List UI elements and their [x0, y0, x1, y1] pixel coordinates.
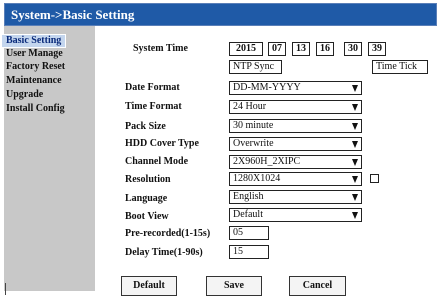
- hdd-cover-type-value: Overwrite: [233, 138, 274, 149]
- language-label: Language: [125, 193, 168, 204]
- page-title: System->Basic Setting: [11, 7, 135, 22]
- time-format-label: Time Format: [125, 101, 182, 112]
- dropdown-arrow-icon: [352, 159, 358, 166]
- language-value: English: [233, 191, 264, 202]
- dropdown-arrow-icon: [352, 194, 358, 201]
- time-tick-button[interactable]: Time Tick: [372, 60, 428, 74]
- save-button[interactable]: Save: [206, 276, 262, 296]
- dropdown-arrow-icon: [352, 212, 358, 219]
- nav-install-config[interactable]: Install Config: [6, 103, 65, 115]
- channel-mode-value: 2X960H_2XIPC: [233, 156, 301, 167]
- resolution-select[interactable]: 1280X1024: [229, 172, 362, 186]
- system-time-label: System Time: [133, 43, 188, 54]
- dropdown-arrow-icon: [352, 123, 358, 130]
- pre-recorded-label: Pre-recorded(1-15s): [125, 228, 211, 239]
- channel-mode-label: Channel Mode: [125, 156, 189, 167]
- day-field[interactable]: 13: [292, 42, 310, 56]
- pack-size-label: Pack Size: [125, 121, 166, 132]
- channel-mode-select[interactable]: 2X960H_2XIPC: [229, 155, 362, 169]
- year-field[interactable]: 2015: [229, 42, 263, 56]
- default-button[interactable]: Default: [121, 276, 177, 296]
- delay-time-label: Delay Time(1-90s): [125, 247, 203, 258]
- dropdown-arrow-icon: [352, 104, 358, 111]
- delay-time-input[interactable]: 15: [229, 245, 269, 259]
- pack-size-select[interactable]: 30 minute: [229, 119, 362, 133]
- resolution-label: Resolution: [125, 174, 171, 185]
- hdd-cover-type-select[interactable]: Overwrite: [229, 137, 362, 151]
- hour-field[interactable]: 16: [316, 42, 334, 56]
- nav-basic-setting[interactable]: Basic Setting: [1, 34, 67, 48]
- title-bar: System->Basic Setting: [4, 3, 437, 26]
- nav-maintenance[interactable]: Maintenance: [6, 75, 62, 87]
- hdd-cover-type-label: HDD Cover Type: [125, 138, 199, 149]
- boot-view-label: Boot View: [125, 211, 169, 222]
- divider: [5, 283, 6, 295]
- nav-user-manage[interactable]: User Manage: [6, 48, 63, 60]
- month-field[interactable]: 07: [268, 42, 286, 56]
- second-field[interactable]: 39: [368, 42, 386, 56]
- date-format-value: DD-MM-YYYY: [233, 82, 301, 93]
- minute-field[interactable]: 30: [344, 42, 362, 56]
- time-format-select[interactable]: 24 Hour: [229, 100, 362, 114]
- nav-upgrade[interactable]: Upgrade: [6, 89, 43, 101]
- ntp-sync-button[interactable]: NTP Sync: [229, 60, 282, 74]
- boot-view-value: Default: [233, 209, 263, 220]
- language-select[interactable]: English: [229, 190, 362, 204]
- pre-recorded-input[interactable]: 05: [229, 226, 269, 240]
- date-format-label: Date Format: [125, 82, 180, 93]
- resolution-checkbox[interactable]: [370, 174, 379, 183]
- cancel-button[interactable]: Cancel: [289, 276, 346, 296]
- dropdown-arrow-icon: [352, 141, 358, 148]
- dropdown-arrow-icon: [352, 85, 358, 92]
- boot-view-select[interactable]: Default: [229, 208, 362, 222]
- pack-size-value: 30 minute: [233, 120, 274, 131]
- dropdown-arrow-icon: [352, 176, 358, 183]
- date-format-select[interactable]: DD-MM-YYYY: [229, 81, 362, 95]
- nav-factory-reset[interactable]: Factory Reset: [6, 61, 65, 73]
- resolution-value: 1280X1024: [233, 173, 281, 184]
- time-format-value: 24 Hour: [233, 101, 267, 112]
